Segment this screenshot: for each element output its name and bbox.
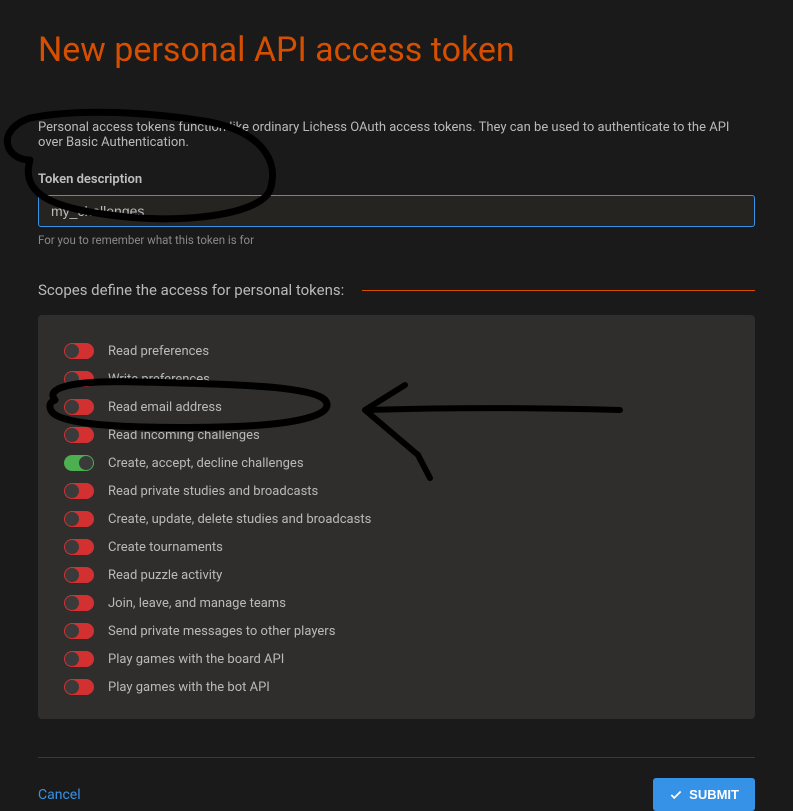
cancel-button[interactable]: Cancel	[38, 787, 81, 803]
toggle-knob	[65, 512, 79, 526]
scopes-header: Scopes define the access for personal to…	[38, 281, 344, 299]
scope-toggle[interactable]	[64, 511, 94, 527]
toggle-knob	[65, 680, 79, 694]
toggle-knob	[65, 596, 79, 610]
scope-row: Send private messages to other players	[64, 617, 729, 645]
scope-label: Send private messages to other players	[108, 624, 335, 639]
scopes-divider	[362, 290, 755, 291]
scope-label: Play games with the board API	[108, 652, 284, 667]
toggle-knob	[65, 484, 79, 498]
scope-label: Play games with the bot API	[108, 680, 270, 695]
page-title: New personal API access token	[38, 30, 755, 70]
toggle-knob	[65, 624, 79, 638]
scope-label: Read email address	[108, 400, 222, 415]
scope-row: Create tournaments	[64, 533, 729, 561]
footer-divider	[38, 757, 755, 758]
scope-label: Read puzzle activity	[108, 568, 222, 583]
scope-label: Create, accept, decline challenges	[108, 456, 304, 471]
toggle-knob	[65, 400, 79, 414]
toggle-knob	[65, 428, 79, 442]
scope-label: Join, leave, and manage teams	[108, 596, 286, 611]
toggle-knob	[79, 456, 93, 470]
toggle-knob	[65, 540, 79, 554]
scope-toggle[interactable]	[64, 567, 94, 583]
submit-label: SUBMIT	[689, 787, 739, 802]
toggle-knob	[65, 344, 79, 358]
scope-toggle[interactable]	[64, 651, 94, 667]
toggle-knob	[65, 372, 79, 386]
scope-label: Create, update, delete studies and broad…	[108, 512, 371, 527]
scope-label: Read private studies and broadcasts	[108, 484, 318, 499]
scope-row: Read private studies and broadcasts	[64, 477, 729, 505]
scope-row: Read email address	[64, 393, 729, 421]
scope-row: Play games with the board API	[64, 645, 729, 673]
scope-row: Read incoming challenges	[64, 421, 729, 449]
token-description-helper: For you to remember what this token is f…	[38, 233, 755, 247]
scope-row: Write preferences	[64, 365, 729, 393]
scope-toggle[interactable]	[64, 427, 94, 443]
toggle-knob	[65, 568, 79, 582]
scope-toggle[interactable]	[64, 455, 94, 471]
check-icon	[669, 788, 683, 802]
scope-toggle[interactable]	[64, 623, 94, 639]
scope-row: Create, accept, decline challenges	[64, 449, 729, 477]
scopes-panel: Read preferences Write preferences Read em…	[38, 315, 755, 719]
token-description-label: Token description	[38, 172, 755, 187]
scope-toggle[interactable]	[64, 679, 94, 695]
scope-toggle[interactable]	[64, 371, 94, 387]
scope-label: Read preferences	[108, 344, 209, 359]
scope-row: Play games with the bot API	[64, 673, 729, 701]
scope-row: Read preferences	[64, 337, 729, 365]
submit-button[interactable]: SUBMIT	[653, 778, 755, 811]
token-description-input[interactable]	[38, 195, 755, 227]
scope-label: Create tournaments	[108, 540, 223, 555]
scope-label: Write preferences	[108, 372, 210, 387]
scope-toggle[interactable]	[64, 539, 94, 555]
scope-row: Create, update, delete studies and broad…	[64, 505, 729, 533]
scope-row: Read puzzle activity	[64, 561, 729, 589]
scope-toggle[interactable]	[64, 483, 94, 499]
scope-row: Join, leave, and manage teams	[64, 589, 729, 617]
scope-toggle[interactable]	[64, 399, 94, 415]
toggle-knob	[65, 652, 79, 666]
scope-toggle[interactable]	[64, 343, 94, 359]
scope-label: Read incoming challenges	[108, 428, 260, 443]
scope-toggle[interactable]	[64, 595, 94, 611]
page-description: Personal access tokens function like ord…	[38, 120, 755, 150]
